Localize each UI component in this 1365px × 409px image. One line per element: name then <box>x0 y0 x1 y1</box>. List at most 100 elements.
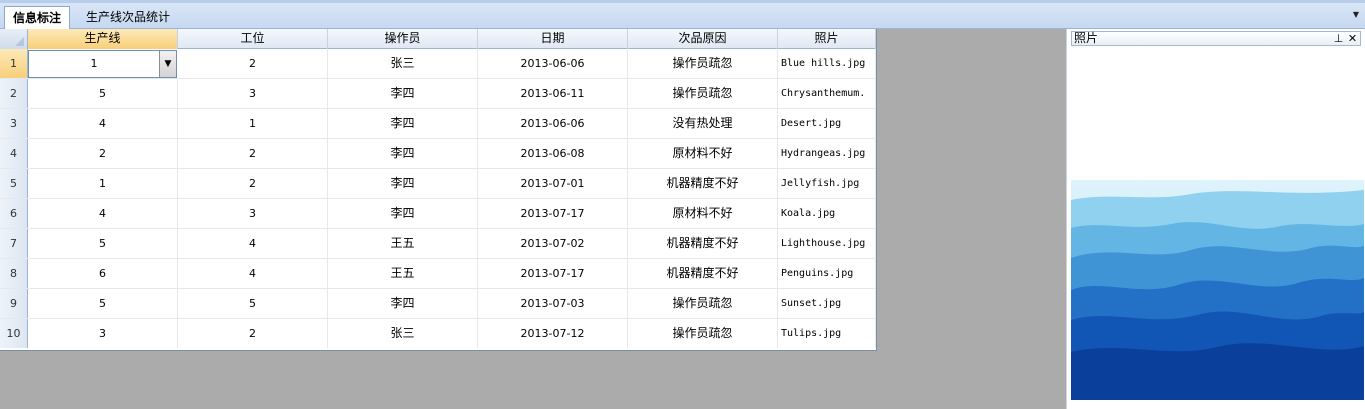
cell-photo[interactable]: Desert.jpg <box>778 109 876 138</box>
tab-defect-statistics[interactable]: 生产线次品统计 <box>78 6 178 28</box>
cell-line[interactable]: 5 <box>28 289 178 318</box>
select-all-corner[interactable] <box>0 29 28 49</box>
table-row[interactable]: 2 5 3 李四 2013-06-11 操作员疏忽 Chrysanthemum. <box>0 79 876 109</box>
cell-operator[interactable]: 李四 <box>328 79 478 108</box>
chevron-down-icon[interactable]: ▼ <box>159 51 176 77</box>
row-header[interactable]: 7 <box>0 229 28 258</box>
table-row[interactable]: 7 5 4 王五 2013-07-02 机器精度不好 Lighthouse.jp… <box>0 229 876 259</box>
grid-header-row: 生产线 工位 操作员 日期 次品原因 照片 <box>0 29 876 49</box>
cell-date[interactable]: 2013-06-11 <box>478 79 628 108</box>
cell-station[interactable]: 1 <box>178 109 328 138</box>
cell-station[interactable]: 4 <box>178 229 328 258</box>
row-header[interactable]: 8 <box>0 259 28 288</box>
cell-date[interactable]: 2013-06-08 <box>478 139 628 168</box>
table-row[interactable]: 8 6 4 王五 2013-07-17 机器精度不好 Penguins.jpg <box>0 259 876 289</box>
cell-date[interactable]: 2013-06-06 <box>478 49 628 78</box>
cell-date[interactable]: 2013-07-12 <box>478 319 628 348</box>
cell-operator[interactable]: 李四 <box>328 169 478 198</box>
cell-reason[interactable]: 原材料不好 <box>628 199 778 228</box>
column-header-operator[interactable]: 操作员 <box>328 29 478 49</box>
table-row[interactable]: 1 1 ▼ 2 张三 2013-06-06 操作员疏忽 Blue hills.j… <box>0 49 876 79</box>
photo-panel-title: 照片 <box>1074 31 1099 45</box>
cell-operator[interactable]: 李四 <box>328 139 478 168</box>
close-icon[interactable]: ✕ <box>1346 32 1359 45</box>
app-window: 信息标注 生产线次品统计 ▼ 生产线 工位 操作员 日期 次品原因 照片 1 1… <box>0 0 1365 409</box>
cell-date[interactable]: 2013-06-06 <box>478 109 628 138</box>
cell-line[interactable]: 6 <box>28 259 178 288</box>
cell-photo[interactable]: Tulips.jpg <box>778 319 876 348</box>
table-row[interactable]: 4 2 2 李四 2013-06-08 原材料不好 Hydrangeas.jpg <box>0 139 876 169</box>
line-combobox-value[interactable]: 1 <box>29 51 159 77</box>
column-header-reason[interactable]: 次品原因 <box>628 29 778 49</box>
table-row[interactable]: 3 4 1 李四 2013-06-06 没有热处理 Desert.jpg <box>0 109 876 139</box>
cell-line[interactable]: 5 <box>28 79 178 108</box>
cell-operator[interactable]: 张三 <box>328 319 478 348</box>
cell-reason[interactable]: 机器精度不好 <box>628 229 778 258</box>
table-row[interactable]: 10 3 2 张三 2013-07-12 操作员疏忽 Tulips.jpg <box>0 319 876 349</box>
row-header[interactable]: 3 <box>0 109 28 138</box>
cell-station[interactable]: 4 <box>178 259 328 288</box>
cell-station[interactable]: 2 <box>178 49 328 78</box>
table-row[interactable]: 5 1 2 李四 2013-07-01 机器精度不好 Jellyfish.jpg <box>0 169 876 199</box>
cell-line[interactable]: 4 <box>28 199 178 228</box>
cell-reason[interactable]: 操作员疏忽 <box>628 49 778 78</box>
cell-photo[interactable]: Chrysanthemum. <box>778 79 876 108</box>
cell-photo[interactable]: Penguins.jpg <box>778 259 876 288</box>
cell-photo[interactable]: Sunset.jpg <box>778 289 876 318</box>
cell-station[interactable]: 2 <box>178 139 328 168</box>
cell-station[interactable]: 5 <box>178 289 328 318</box>
cell-station[interactable]: 2 <box>178 319 328 348</box>
cell-station[interactable]: 3 <box>178 79 328 108</box>
cell-date[interactable]: 2013-07-03 <box>478 289 628 318</box>
cell-reason[interactable]: 机器精度不好 <box>628 259 778 288</box>
cell-line[interactable]: 3 <box>28 319 178 348</box>
cell-reason[interactable]: 操作员疏忽 <box>628 289 778 318</box>
cell-reason[interactable]: 机器精度不好 <box>628 169 778 198</box>
cell-reason[interactable]: 操作员疏忽 <box>628 79 778 108</box>
tab-strip: 信息标注 生产线次品统计 ▼ <box>0 0 1365 29</box>
row-header[interactable]: 6 <box>0 199 28 228</box>
cell-operator[interactable]: 李四 <box>328 109 478 138</box>
cell-photo[interactable]: Jellyfish.jpg <box>778 169 876 198</box>
cell-date[interactable]: 2013-07-01 <box>478 169 628 198</box>
cell-line[interactable]: 4 <box>28 109 178 138</box>
cell-photo[interactable]: Lighthouse.jpg <box>778 229 876 258</box>
line-combobox-editor[interactable]: 1 ▼ <box>28 50 177 78</box>
row-header[interactable]: 2 <box>0 79 28 108</box>
table-row[interactable]: 6 4 3 李四 2013-07-17 原材料不好 Koala.jpg <box>0 199 876 229</box>
table-row[interactable]: 9 5 5 李四 2013-07-03 操作员疏忽 Sunset.jpg <box>0 289 876 319</box>
cell-photo[interactable]: Koala.jpg <box>778 199 876 228</box>
cell-reason[interactable]: 原材料不好 <box>628 139 778 168</box>
tab-menu-dropdown-icon[interactable]: ▼ <box>1351 10 1361 20</box>
column-header-date[interactable]: 日期 <box>478 29 628 49</box>
photo-panel-header: 照片 ⊥ ✕ <box>1071 31 1361 46</box>
tab-strip-top-line <box>0 0 1365 3</box>
cell-line[interactable]: 5 <box>28 229 178 258</box>
cell-reason[interactable]: 没有热处理 <box>628 109 778 138</box>
pin-icon[interactable]: ⊥ <box>1332 32 1345 45</box>
row-header[interactable]: 10 <box>0 319 28 348</box>
cell-station[interactable]: 3 <box>178 199 328 228</box>
tab-info-annotation[interactable]: 信息标注 <box>4 6 71 29</box>
column-header-line[interactable]: 生产线 <box>28 29 178 49</box>
cell-date[interactable]: 2013-07-17 <box>478 199 628 228</box>
cell-station[interactable]: 2 <box>178 169 328 198</box>
cell-operator[interactable]: 王五 <box>328 229 478 258</box>
cell-photo[interactable]: Blue hills.jpg <box>778 49 876 78</box>
cell-photo[interactable]: Hydrangeas.jpg <box>778 139 876 168</box>
row-header[interactable]: 4 <box>0 139 28 168</box>
cell-operator[interactable]: 王五 <box>328 259 478 288</box>
cell-line[interactable]: 2 <box>28 139 178 168</box>
column-header-photo[interactable]: 照片 <box>778 29 876 49</box>
cell-operator[interactable]: 李四 <box>328 199 478 228</box>
column-header-station[interactable]: 工位 <box>178 29 328 49</box>
cell-reason[interactable]: 操作员疏忽 <box>628 319 778 348</box>
cell-date[interactable]: 2013-07-17 <box>478 259 628 288</box>
cell-operator[interactable]: 张三 <box>328 49 478 78</box>
cell-date[interactable]: 2013-07-02 <box>478 229 628 258</box>
row-header[interactable]: 5 <box>0 169 28 198</box>
row-header[interactable]: 9 <box>0 289 28 318</box>
row-header[interactable]: 1 <box>0 49 28 78</box>
cell-line[interactable]: 1 <box>28 169 178 198</box>
cell-operator[interactable]: 李四 <box>328 289 478 318</box>
